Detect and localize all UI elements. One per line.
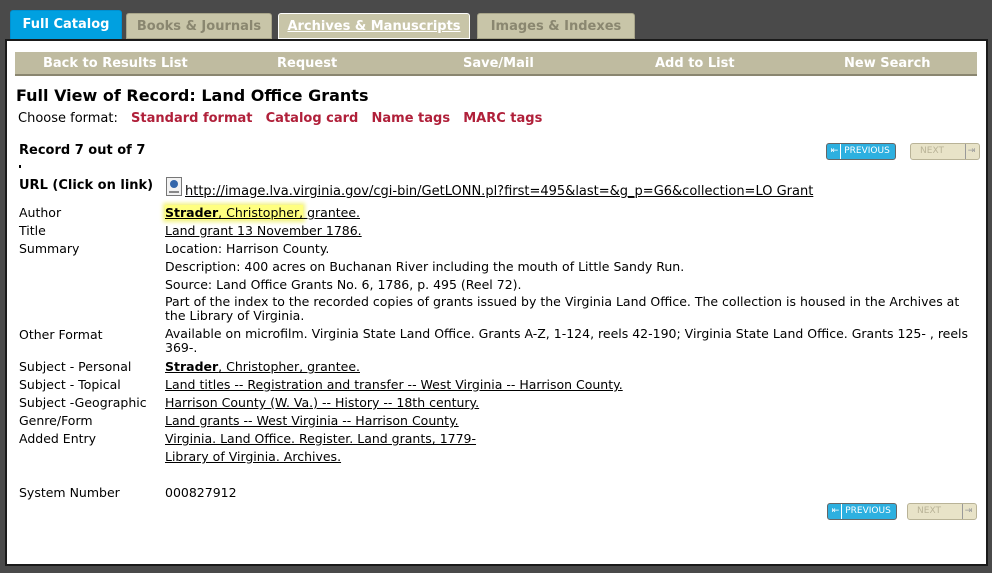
next-label: NEXT — [920, 146, 944, 156]
web-page-icon[interactable] — [166, 177, 182, 196]
added-entry-link-2[interactable]: Library of Virginia. Archives. — [165, 449, 341, 464]
tab-full-catalog[interactable]: Full Catalog — [10, 10, 122, 40]
summary-note: Part of the index to the recorded copies… — [165, 294, 960, 323]
request-button[interactable]: Request — [277, 52, 337, 74]
summary-location: Location: Harrison County. — [165, 241, 330, 256]
choose-format-label: Choose format: — [18, 111, 118, 126]
record-url-link[interactable]: http://image.lva.virginia.gov/cgi-bin/Ge… — [185, 184, 813, 199]
last-arrow-icon: ⇥ — [962, 504, 974, 519]
last-arrow-icon: ⇥ — [965, 144, 977, 159]
next-record-button-top[interactable]: NEXT ⇥ — [910, 143, 980, 160]
tab-books-journals[interactable]: Books & Journals — [126, 13, 272, 39]
main-panel: Back to Results List Request Save/Mail A… — [5, 39, 988, 566]
genre-form-label: Genre/Form — [19, 413, 93, 428]
system-number-value: 000827912 — [165, 485, 237, 500]
previous-label: PREVIOUS — [844, 146, 890, 156]
format-standard-link[interactable]: Standard format — [131, 111, 252, 126]
summary-source: Source: Land Office Grants No. 6, 1786, … — [165, 277, 522, 292]
format-marc-tags-link[interactable]: MARC tags — [463, 111, 542, 126]
summary-description: Description: 400 acres on Buchanan River… — [165, 259, 685, 274]
format-chooser: Choose format: Standard format Catalog c… — [18, 111, 542, 126]
tab-archives-manuscripts[interactable]: Archives & Manuscripts — [278, 13, 470, 39]
previous-record-button-bottom[interactable]: ⇤ PREVIOUS — [827, 503, 897, 520]
first-arrow-icon: ⇤ — [830, 504, 842, 519]
url-label: URL (Click on link) — [19, 178, 154, 193]
author-link[interactable]: Strader, Christopher, grantee. — [165, 205, 360, 220]
author-role: grantee. — [303, 205, 360, 220]
next-label: NEXT — [917, 506, 941, 516]
subject-personal-surname: Strader — [165, 359, 219, 374]
genre-form-link[interactable]: Land grants -- West Virginia -- Harrison… — [165, 413, 459, 428]
marker-dot — [19, 165, 21, 168]
other-format-value: Available on microfilm. Virginia State L… — [165, 326, 969, 355]
title-link[interactable]: Land grant 13 November 1786. — [165, 223, 362, 238]
first-arrow-icon: ⇤ — [829, 144, 841, 159]
summary-label: Summary — [19, 241, 80, 256]
save-mail-button[interactable]: Save/Mail — [463, 52, 534, 74]
back-to-results-button[interactable]: Back to Results List — [43, 52, 188, 74]
author-surname: Strader — [165, 205, 219, 220]
author-given-name: , Christopher, — [218, 205, 304, 220]
next-record-button-bottom[interactable]: NEXT ⇥ — [907, 503, 977, 520]
title-label: Title — [19, 223, 46, 238]
page-title: Full View of Record: Land Office Grants — [16, 86, 369, 105]
subject-personal-label: Subject - Personal — [19, 359, 132, 374]
subject-topical-link[interactable]: Land titles -- Registration and transfer… — [165, 377, 623, 392]
record-count: Record 7 out of 7 — [19, 143, 146, 158]
new-search-button[interactable]: New Search — [844, 52, 931, 74]
added-entry-link-1[interactable]: Virginia. Land Office. Register. Land gr… — [165, 431, 476, 446]
previous-record-button-top[interactable]: ⇤ PREVIOUS — [826, 143, 896, 160]
subject-topical-label: Subject - Topical — [19, 377, 121, 392]
tab-images-indexes[interactable]: Images & Indexes — [477, 13, 635, 39]
format-name-tags-link[interactable]: Name tags — [372, 111, 451, 126]
other-format-label: Other Format — [19, 327, 103, 342]
author-label: Author — [19, 205, 62, 220]
previous-label: PREVIOUS — [845, 506, 891, 516]
subject-personal-link[interactable]: Strader, Christopher, grantee. — [165, 359, 360, 374]
subject-geographic-link[interactable]: Harrison County (W. Va.) -- History -- 1… — [165, 395, 479, 410]
system-number-label: System Number — [19, 485, 120, 500]
tab-bar: Full Catalog Books & Journals Archives &… — [0, 0, 992, 40]
subject-personal-rest: , Christopher, grantee. — [218, 359, 360, 374]
add-to-list-button[interactable]: Add to List — [655, 52, 735, 74]
subject-geographic-label: Subject -Geographic — [19, 395, 147, 410]
added-entry-label: Added Entry — [19, 431, 97, 446]
action-bar: Back to Results List Request Save/Mail A… — [15, 52, 977, 76]
format-catalog-card-link[interactable]: Catalog card — [266, 111, 359, 126]
